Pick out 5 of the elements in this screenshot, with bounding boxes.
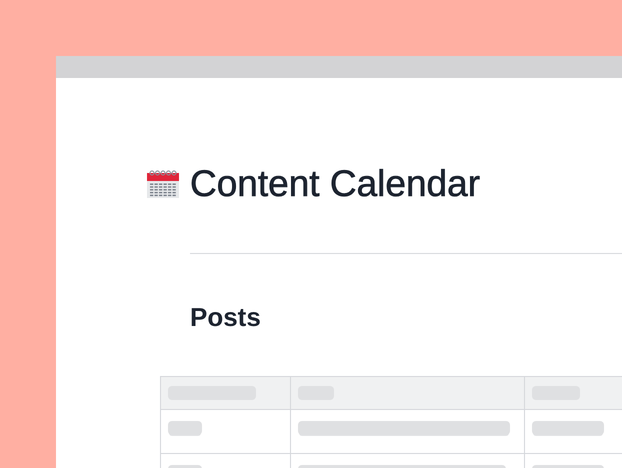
- placeholder-bar: [168, 421, 202, 435]
- calendar-icon: [147, 170, 179, 198]
- section-heading: Posts: [190, 302, 262, 332]
- placeholder-bar: [532, 421, 604, 435]
- page-title: Content Calendar: [190, 162, 480, 206]
